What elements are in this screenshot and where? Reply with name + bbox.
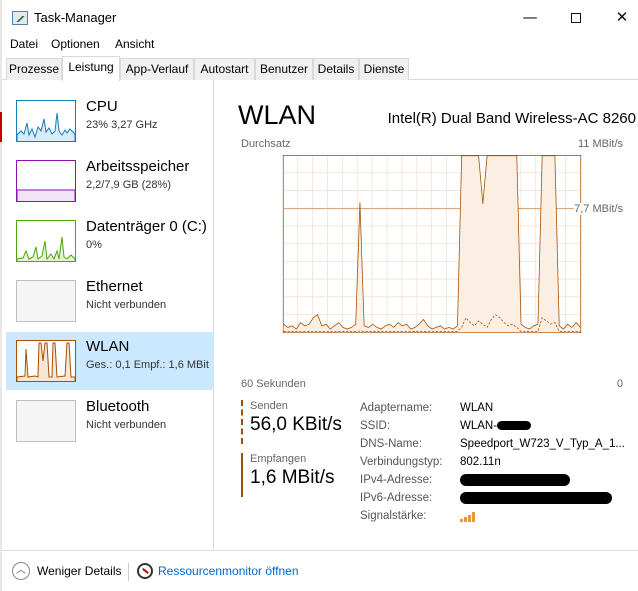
signal-strength-icon (460, 510, 478, 525)
close-button[interactable]: ✕ (599, 0, 638, 34)
menu-datei[interactable]: Datei (10, 37, 38, 51)
resource-monitor-icon[interactable] (137, 563, 153, 579)
sidebar-title: CPU (86, 98, 118, 115)
property-key: IPv6-Adresse: (360, 492, 433, 504)
property-key: IPv4-Adresse: (360, 474, 433, 486)
receive-stat: Empfangen 1,6 MBit/s (241, 453, 334, 497)
sidebar-title: WLAN (86, 338, 130, 355)
cpu-thumbnail-graph (16, 100, 76, 142)
ssid-prefix: WLAN- (460, 420, 498, 432)
tab-dienste[interactable]: Dienste (359, 58, 409, 80)
resource-monitor-link[interactable]: Ressourcenmonitor öffnen (158, 564, 299, 578)
sidebar-item-ethernet[interactable]: Ethernet Nicht verbunden (6, 272, 214, 330)
sidebar-subtitle: 23% 3,27 GHz (86, 119, 158, 131)
menu-bar: Datei Optionen Ansicht (2, 34, 638, 54)
property-value-ipv4 (460, 474, 570, 486)
adapter-name: Intel(R) Dual Band Wireless-AC 8260 (387, 110, 636, 127)
property-key: Adaptername: (360, 402, 433, 414)
throughput-label: Durchsatz (241, 138, 291, 150)
sidebar-item-wlan[interactable]: WLAN Ges.: 0,1 Empf.: 1,6 MBit (6, 332, 214, 390)
tab-autostart[interactable]: Autostart (194, 58, 255, 80)
send-label: Senden (250, 400, 288, 412)
disk-thumbnail-graph (16, 220, 76, 262)
menu-ansicht[interactable]: Ansicht (115, 37, 154, 51)
chevron-up-icon[interactable]: ︿ (12, 562, 30, 580)
property-value: Speedport_W723_V_Typ_A_1... (460, 438, 625, 450)
tab-details[interactable]: Details (313, 58, 359, 80)
wlan-thumbnail-graph (16, 340, 76, 382)
property-value-ipv6 (460, 492, 612, 504)
throughput-graph (282, 155, 582, 334)
receive-value: 1,6 MBit/s (250, 467, 335, 488)
footer-divider (128, 563, 129, 581)
window-title: Task-Manager (34, 10, 117, 25)
sidebar-title: Bluetooth (86, 398, 150, 415)
sidebar-subtitle: Ges.: 0,1 Empf.: 1,6 MBit (86, 359, 209, 371)
performance-sidebar: CPU 23% 3,27 GHz Arbeitsspeicher 2,2/7,9… (2, 80, 214, 550)
menu-optionen[interactable]: Optionen (51, 37, 100, 51)
performance-detail-panel: WLAN Intel(R) Dual Band Wireless-AC 8260… (220, 80, 638, 550)
footer-bar: ︿ Weniger Details Ressourcenmonitor öffn… (2, 550, 638, 591)
sidebar-subtitle: Nicht verbunden (86, 299, 167, 311)
title-bar[interactable]: Task-Manager — ✕ (2, 0, 638, 34)
minimize-button[interactable]: — (507, 0, 553, 34)
maximize-icon (571, 12, 581, 23)
tab-bar: Prozesse Leistung App-Verlauf Autostart … (2, 56, 638, 81)
tab-leistung[interactable]: Leistung (62, 56, 120, 81)
tab-app-verlauf[interactable]: App-Verlauf (120, 58, 194, 80)
property-value: 802.11n (460, 456, 501, 468)
sidebar-item-cpu[interactable]: CPU 23% 3,27 GHz (6, 92, 214, 150)
property-key: DNS-Name: (360, 438, 422, 450)
sidebar-title: Arbeitsspeicher (86, 158, 190, 175)
bluetooth-thumbnail-graph (16, 400, 76, 442)
page-title: WLAN (238, 100, 317, 130)
sidebar-item-bluetooth[interactable]: Bluetooth Nicht verbunden (6, 392, 214, 450)
graph-zero-label: 0 (616, 378, 623, 390)
sidebar-item-memory[interactable]: Arbeitsspeicher 2,2/7,9 GB (28%) (6, 152, 214, 210)
ethernet-thumbnail-graph (16, 280, 76, 322)
redaction-mark (460, 492, 612, 504)
receive-label: Empfangen (250, 453, 307, 465)
sidebar-title: Ethernet (86, 278, 143, 295)
property-value-ssid: WLAN- (460, 420, 532, 432)
task-manager-icon (12, 11, 28, 25)
property-key: Verbindungstyp: (360, 456, 443, 468)
fewer-details-link[interactable]: Weniger Details (37, 564, 121, 578)
redaction-mark (497, 421, 532, 431)
sidebar-subtitle: 2,2/7,9 GB (28%) (86, 179, 171, 191)
sidebar-title: Datenträger 0 (C:) (86, 218, 207, 235)
tab-prozesse[interactable]: Prozesse (6, 58, 62, 80)
send-stat: Senden 56,0 KBit/s (241, 400, 342, 444)
sidebar-subtitle: 0% (86, 239, 102, 251)
sidebar-item-disk[interactable]: Datenträger 0 (C:) 0% (6, 212, 214, 270)
property-key: SSID: (360, 420, 391, 432)
memory-thumbnail-graph (16, 160, 76, 202)
tab-benutzer[interactable]: Benutzer (255, 58, 313, 80)
time-span-label: 60 Sekunden (241, 378, 306, 390)
property-value: WLAN (460, 402, 494, 414)
redaction-mark (460, 474, 570, 486)
property-key: Signalstärke: (360, 510, 427, 522)
maximize-button[interactable] (553, 0, 599, 34)
graph-mid-label: 7,7 MBit/s (574, 203, 623, 215)
send-value: 56,0 KBit/s (250, 414, 342, 435)
graph-max-label: 11 MBit/s (577, 138, 623, 150)
sidebar-subtitle: Nicht verbunden (86, 419, 167, 431)
